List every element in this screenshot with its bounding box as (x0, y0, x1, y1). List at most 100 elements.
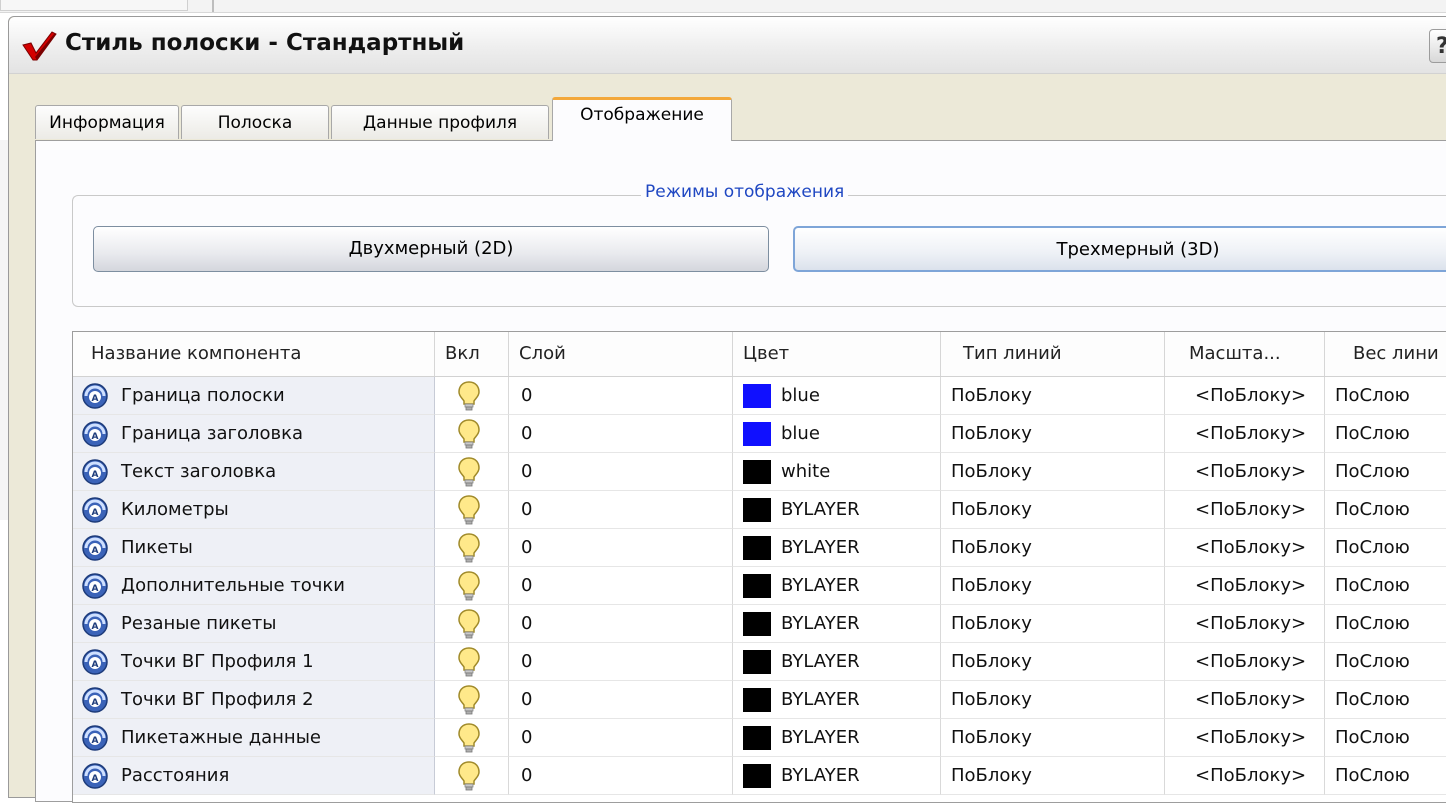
dialog-titlebar[interactable]: Стиль полоски - Стандартный ? (9, 17, 1446, 74)
table-row[interactable]: A Граница полоски 0 blue ПоБлоку <ПоБлоку> ПоС… (73, 377, 1446, 415)
header-lineweight[interactable]: Вес лини (1325, 332, 1446, 376)
visibility-toggle[interactable] (435, 643, 509, 681)
cell-linetype-scale[interactable]: <ПоБлоку> (1165, 529, 1325, 567)
cell-linetype-scale[interactable]: <ПоБлоку> (1165, 757, 1325, 795)
table-row[interactable]: A Пикетажные данные 0 BYLAYER ПоБлоку <ПоБлок… (73, 719, 1446, 757)
visibility-toggle[interactable] (435, 605, 509, 643)
table-row[interactable]: A Точки ВГ Профиля 1 0 BYLAYER ПоБлоку <ПоБло… (73, 643, 1446, 681)
cell-component-name[interactable]: A Граница заголовка (73, 415, 435, 453)
cell-lineweight[interactable]: ПоСлою (1325, 415, 1446, 453)
mode-3d-button[interactable]: Трехмерный (3D) (793, 226, 1446, 272)
cell-color[interactable]: BYLAYER (733, 643, 941, 681)
table-row[interactable]: A Километры 0 BYLAYER ПоБлоку <ПоБлоку> ПоСлою (73, 491, 1446, 529)
cell-lineweight[interactable]: ПоСлою (1325, 529, 1446, 567)
cell-lineweight[interactable]: ПоСлою (1325, 681, 1446, 719)
cell-lineweight[interactable]: ПоСлою (1325, 567, 1446, 605)
cell-layer[interactable]: 0 (509, 719, 733, 757)
header-component-name[interactable]: Название компонента (73, 332, 435, 376)
visibility-toggle[interactable] (435, 415, 509, 453)
header-color[interactable]: Цвет (733, 332, 941, 376)
cell-lineweight[interactable]: ПоСлою (1325, 719, 1446, 757)
visibility-toggle[interactable] (435, 529, 509, 567)
cell-linetype[interactable]: ПоБлоку (941, 605, 1165, 643)
cell-linetype[interactable]: ПоБлоку (941, 567, 1165, 605)
cell-layer[interactable]: 0 (509, 605, 733, 643)
cell-component-name[interactable]: A Граница полоски (73, 377, 435, 415)
mode-2d-button[interactable]: Двухмерный (2D) (93, 226, 769, 272)
cell-color[interactable]: blue (733, 415, 941, 453)
tab-profile-data[interactable]: Данные профиля (331, 105, 549, 139)
visibility-toggle[interactable] (435, 681, 509, 719)
cell-linetype-scale[interactable]: <ПоБлоку> (1165, 377, 1325, 415)
cell-layer[interactable]: 0 (509, 529, 733, 567)
cell-color[interactable]: blue (733, 377, 941, 415)
cell-lineweight[interactable]: ПоСлою (1325, 377, 1446, 415)
table-row[interactable]: A Резаные пикеты 0 BYLAYER ПоБлоку <ПоБлоку> П… (73, 605, 1446, 643)
cell-linetype-scale[interactable]: <ПоБлоку> (1165, 491, 1325, 529)
cell-linetype-scale[interactable]: <ПоБлоку> (1165, 643, 1325, 681)
cell-component-name[interactable]: A Точки ВГ Профиля 2 (73, 681, 435, 719)
cell-layer[interactable]: 0 (509, 415, 733, 453)
header-linetype[interactable]: Тип линий (941, 332, 1165, 376)
tab-information[interactable]: Информация (35, 105, 179, 139)
cell-color[interactable]: BYLAYER (733, 529, 941, 567)
cell-layer[interactable]: 0 (509, 491, 733, 529)
cell-lineweight[interactable]: ПоСлою (1325, 643, 1446, 681)
cell-linetype-scale[interactable]: <ПоБлоку> (1165, 719, 1325, 757)
cell-linetype[interactable]: ПоБлоку (941, 377, 1165, 415)
cell-color[interactable]: BYLAYER (733, 719, 941, 757)
cell-linetype[interactable]: ПоБлоку (941, 643, 1165, 681)
cell-layer[interactable]: 0 (509, 453, 733, 491)
table-row[interactable]: A Дополнительные точки 0 BYLAYER ПоБлоку <ПоБ… (73, 567, 1446, 605)
visibility-toggle[interactable] (435, 757, 509, 795)
tab-display[interactable]: Отображение (552, 97, 732, 141)
cell-color[interactable]: BYLAYER (733, 567, 941, 605)
cell-linetype-scale[interactable]: <ПоБлоку> (1165, 681, 1325, 719)
table-row[interactable]: A Граница заголовка 0 blue ПоБлоку <ПоБлоку> П… (73, 415, 1446, 453)
cell-layer[interactable]: 0 (509, 681, 733, 719)
cell-color[interactable]: BYLAYER (733, 605, 941, 643)
cell-lineweight[interactable]: ПоСлою (1325, 757, 1446, 795)
help-button[interactable]: ? (1429, 29, 1446, 63)
cell-component-name[interactable]: A Дополнительные точки (73, 567, 435, 605)
cell-component-name[interactable]: A Точки ВГ Профиля 1 (73, 643, 435, 681)
cell-color[interactable]: BYLAYER (733, 491, 941, 529)
cell-linetype[interactable]: ПоБлоку (941, 491, 1165, 529)
visibility-toggle[interactable] (435, 377, 509, 415)
cell-linetype[interactable]: ПоБлоку (941, 453, 1165, 491)
visibility-toggle[interactable] (435, 567, 509, 605)
cell-color[interactable]: BYLAYER (733, 681, 941, 719)
table-row[interactable]: A Текст заголовка 0 white ПоБлоку <ПоБлоку> По… (73, 453, 1446, 491)
header-layer[interactable]: Слой (509, 332, 733, 376)
header-linetype-scale[interactable]: Масшта... (1165, 332, 1325, 376)
cell-lineweight[interactable]: ПоСлою (1325, 491, 1446, 529)
cell-layer[interactable]: 0 (509, 567, 733, 605)
cell-linetype[interactable]: ПоБлоку (941, 415, 1165, 453)
cell-lineweight[interactable]: ПоСлою (1325, 453, 1446, 491)
cell-linetype-scale[interactable]: <ПоБлоку> (1165, 567, 1325, 605)
cell-color[interactable]: BYLAYER (733, 757, 941, 795)
header-visibility[interactable]: Вкл (435, 332, 509, 376)
table-row[interactable]: A Пикеты 0 BYLAYER ПоБлоку <ПоБлоку> ПоСлою (73, 529, 1446, 567)
cell-linetype-scale[interactable]: <ПоБлоку> (1165, 605, 1325, 643)
cell-component-name[interactable]: A Пикетажные данные (73, 719, 435, 757)
cell-linetype-scale[interactable]: <ПоБлоку> (1165, 453, 1325, 491)
table-row[interactable]: A Расстояния 0 BYLAYER ПоБлоку <ПоБлоку> ПоСло… (73, 757, 1446, 795)
cell-color[interactable]: white (733, 453, 941, 491)
table-row[interactable]: A Точки ВГ Профиля 2 0 BYLAYER ПоБлоку <ПоБло… (73, 681, 1446, 719)
cell-linetype-scale[interactable]: <ПоБлоку> (1165, 415, 1325, 453)
cell-linetype[interactable]: ПоБлоку (941, 719, 1165, 757)
cell-layer[interactable]: 0 (509, 757, 733, 795)
visibility-toggle[interactable] (435, 719, 509, 757)
cell-component-name[interactable]: A Километры (73, 491, 435, 529)
cell-linetype[interactable]: ПоБлоку (941, 757, 1165, 795)
cell-component-name[interactable]: A Резаные пикеты (73, 605, 435, 643)
cell-lineweight[interactable]: ПоСлою (1325, 605, 1446, 643)
visibility-toggle[interactable] (435, 491, 509, 529)
visibility-toggle[interactable] (435, 453, 509, 491)
cell-layer[interactable]: 0 (509, 643, 733, 681)
cell-component-name[interactable]: A Текст заголовка (73, 453, 435, 491)
cell-linetype[interactable]: ПоБлоку (941, 681, 1165, 719)
cell-linetype[interactable]: ПоБлоку (941, 529, 1165, 567)
cell-component-name[interactable]: A Пикеты (73, 529, 435, 567)
